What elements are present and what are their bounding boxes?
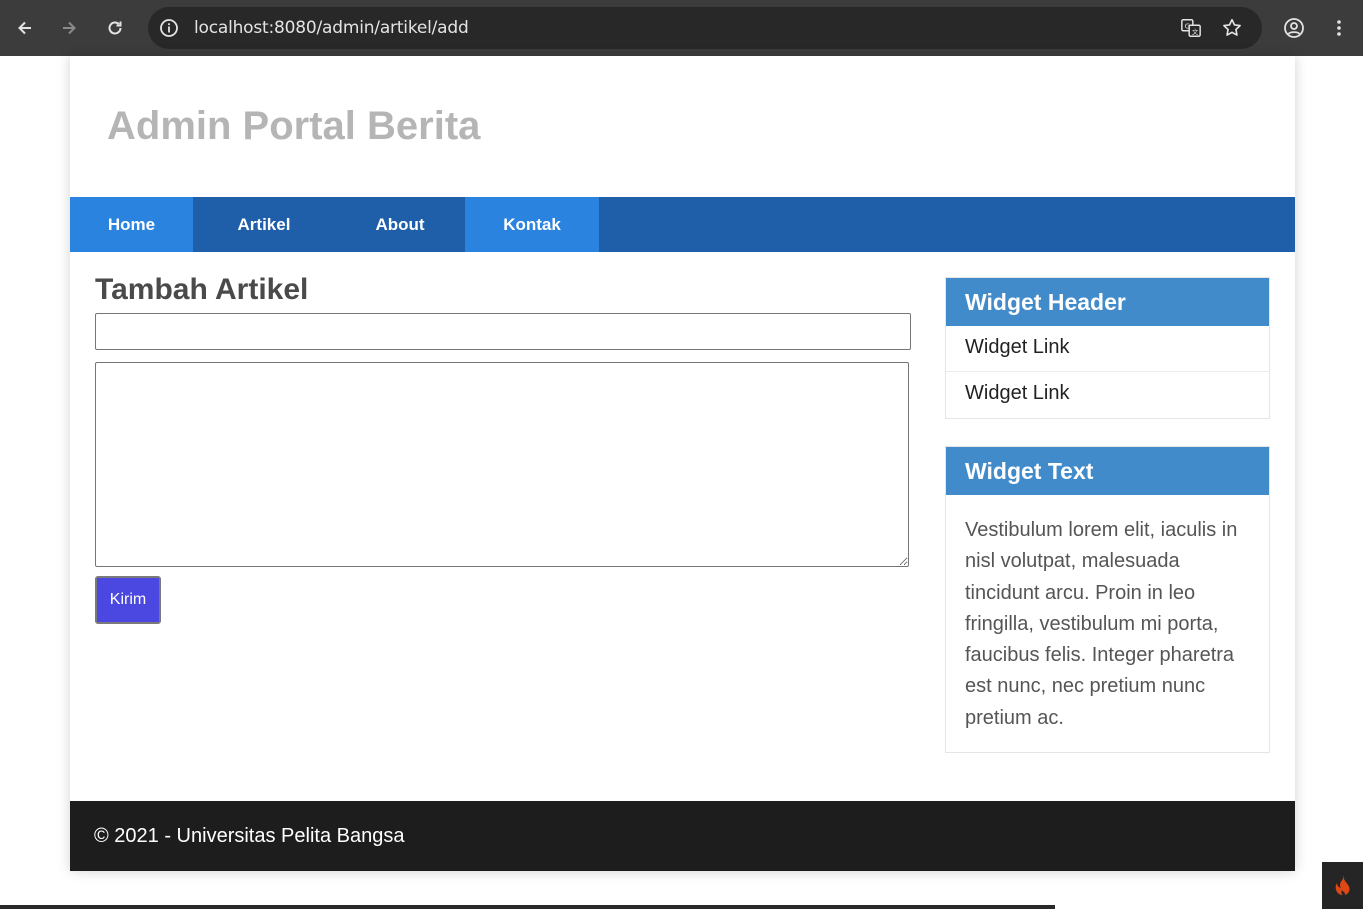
submit-button[interactable]: Kirim [95, 576, 161, 624]
menu-button[interactable] [1323, 12, 1355, 44]
widget-links: Widget Header Widget Link Widget Link [945, 277, 1270, 419]
widget-text-body: Vestibulum lorem elit, iaculis in nisl v… [965, 519, 1238, 729]
browser-toolbar: localhost:8080/admin/artikel/add G文 [0, 0, 1363, 56]
widget-header: Widget Header [946, 278, 1269, 326]
translate-icon[interactable]: G文 [1179, 16, 1203, 40]
svg-text:G: G [1185, 21, 1191, 30]
reload-icon [108, 21, 122, 35]
page-title: Tambah Artikel [95, 273, 309, 306]
site-footer: © 2021 - Universitas Pelita Bangsa [70, 801, 1295, 871]
footer-copyright: © 2021 - Universitas Pelita Bangsa [94, 825, 405, 847]
forward-button[interactable] [53, 12, 85, 44]
main-content: Tambah Artikel Kirim [95, 273, 911, 624]
nav-item-home[interactable]: Home [70, 197, 193, 252]
article-content-textarea[interactable] [95, 362, 909, 567]
page-container: Admin Portal Berita Home Artikel About K… [70, 56, 1295, 871]
profile-button[interactable] [1278, 12, 1310, 44]
svg-text:文: 文 [1192, 27, 1199, 36]
forward-arrow-icon [63, 21, 76, 35]
debug-toolbar-toggle[interactable] [1322, 862, 1363, 909]
site-header: Admin Portal Berita [70, 56, 1295, 197]
widget-link[interactable]: Widget Link [946, 326, 1269, 372]
sidebar: Widget Header Widget Link Widget Link Wi… [945, 277, 1270, 780]
main-nav: Home Artikel About Kontak [70, 197, 1295, 252]
widget-link[interactable]: Widget Link [946, 372, 1269, 418]
nav-item-artikel[interactable]: Artikel [193, 197, 335, 252]
site-info-icon[interactable] [158, 17, 180, 39]
article-title-input[interactable] [95, 313, 911, 350]
codeigniter-flame-icon [1335, 875, 1349, 895]
back-arrow-icon [18, 21, 31, 35]
widget-text: Widget Text Vestibulum lorem elit, iacul… [945, 446, 1270, 754]
site-title: Admin Portal Berita [107, 104, 481, 148]
url-text[interactable]: localhost:8080/admin/artikel/add [194, 18, 469, 38]
bookmark-star-icon[interactable] [1220, 16, 1244, 40]
page-bottom-edge [0, 905, 1055, 909]
address-bar[interactable]: localhost:8080/admin/artikel/add G文 [148, 7, 1262, 49]
profile-icon [1284, 18, 1304, 38]
nav-item-about[interactable]: About [335, 197, 465, 252]
back-button[interactable] [9, 12, 41, 44]
widget-text-header: Widget Text [946, 447, 1269, 495]
nav-item-kontak[interactable]: Kontak [465, 197, 599, 252]
menu-dots-icon [1337, 20, 1341, 36]
reload-button[interactable] [99, 12, 131, 44]
